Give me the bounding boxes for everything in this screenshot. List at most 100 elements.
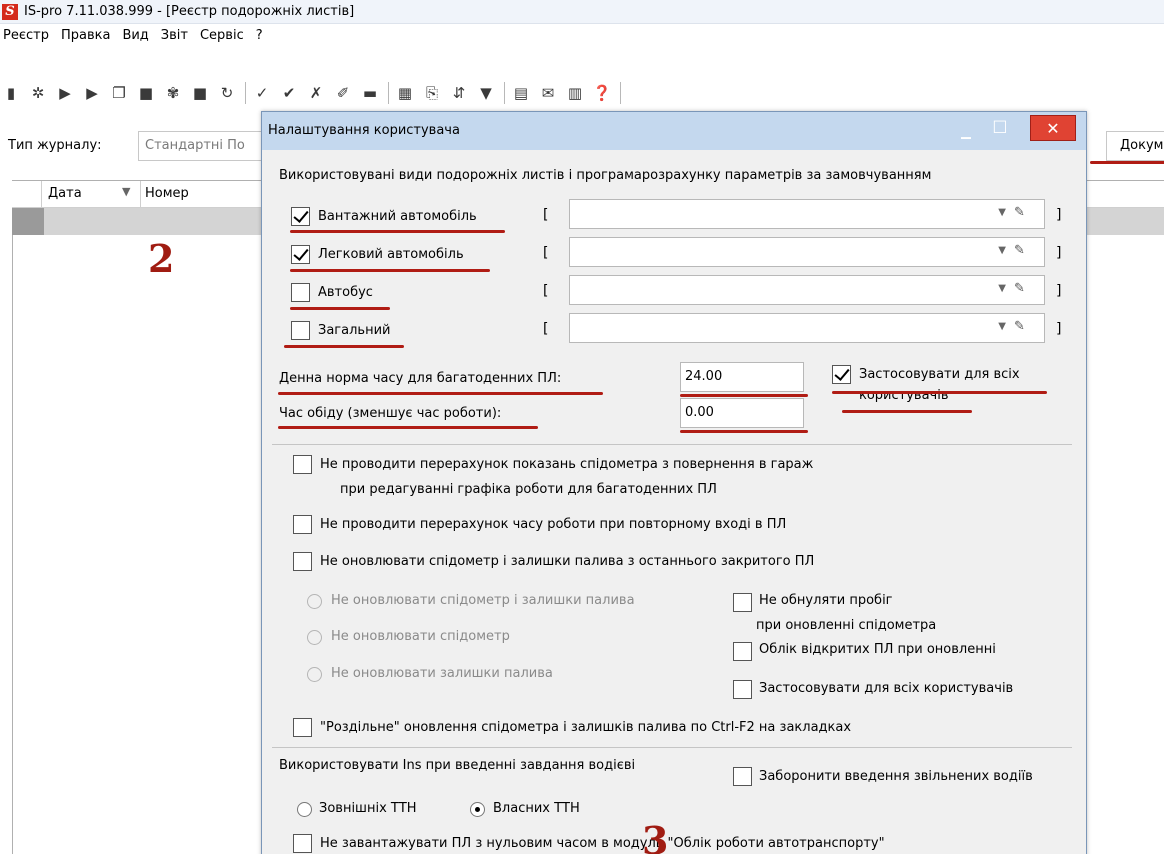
user-settings-dialog: Налаштування користувача _ ☐ ✕ Використо… (261, 111, 1087, 854)
step-marker-2: 2 (148, 236, 175, 281)
divider (272, 747, 1072, 748)
print-icon[interactable]: ■ (189, 82, 211, 104)
chevron-down-icon[interactable]: ▼ (998, 207, 1006, 218)
highlight-underline (680, 394, 808, 397)
checkbox-no-reset-mileage[interactable] (733, 593, 752, 612)
checkbox-no-zero-time-load[interactable] (293, 834, 312, 853)
no-update-odometer-label: Не оновлювати спідометр і залишки палива… (320, 554, 815, 569)
toolbar-separator (245, 82, 246, 104)
properties-icon[interactable]: ✾ (162, 82, 184, 104)
checkbox-separate-update[interactable] (293, 718, 312, 737)
divider (272, 444, 1072, 445)
checkbox-apply-all[interactable] (832, 365, 851, 384)
sort-down-icon[interactable]: ▼ (122, 185, 130, 198)
checkbox-bus[interactable] (291, 283, 310, 302)
export-icon[interactable]: ⎘ (421, 82, 443, 104)
chevron-down-icon[interactable]: ▼ (998, 245, 1006, 256)
column-number[interactable]: Номер (145, 186, 189, 201)
pencil-icon[interactable]: ✎ (1014, 243, 1030, 261)
new-doc-icon[interactable]: ▮ (0, 82, 22, 104)
delete-icon[interactable]: ■ (135, 82, 157, 104)
menu-registry[interactable]: Реєстр (0, 28, 55, 43)
open-icon[interactable]: ▶ (54, 82, 76, 104)
stack-icon[interactable]: ▬ (359, 82, 381, 104)
copy-icon[interactable]: ❐ (108, 82, 130, 104)
menu-view[interactable]: Вид (116, 28, 154, 43)
no-reset-mileage-line2: при оновленні спідометра (756, 618, 937, 633)
edit-icon[interactable]: ▶ (81, 82, 103, 104)
chevron-down-icon[interactable]: ▼ (998, 283, 1006, 294)
column-date[interactable]: Дата (48, 186, 82, 201)
radio-external-ttn[interactable] (297, 802, 312, 817)
bracket-close: ] (1056, 245, 1062, 261)
columns-icon[interactable]: ▥ (564, 82, 586, 104)
lunch-label: Час обіду (зменшує час роботи): (279, 406, 502, 421)
bracket-open: [ (543, 321, 549, 337)
checkbox-car[interactable] (291, 245, 310, 264)
grid-border (12, 235, 13, 854)
refresh-icon[interactable]: ↻ (216, 82, 238, 104)
double-check-icon[interactable]: ✔ (278, 82, 300, 104)
sort-icon[interactable]: ⇵ (448, 82, 470, 104)
help-icon[interactable]: ❓ (591, 82, 613, 104)
menu-help[interactable]: ? (250, 28, 269, 43)
radio-no-update-both-label: Не оновлювати спідометр і залишки палива (331, 593, 635, 608)
radio-no-update-fuel[interactable] (307, 667, 322, 682)
chevron-down-icon[interactable]: ▼ (998, 321, 1006, 332)
menu-report[interactable]: Звіт (155, 28, 194, 43)
checkbox-truck[interactable] (291, 207, 310, 226)
table-icon[interactable]: ▦ (394, 82, 416, 104)
page-icon[interactable]: ▤ (510, 82, 532, 104)
toolbar-separator (388, 82, 389, 104)
mail-icon[interactable]: ✉ (537, 82, 559, 104)
highlight-underline (278, 426, 538, 429)
program-select-general[interactable]: ▼ ✎ (569, 313, 1045, 343)
checkbox-general[interactable] (291, 321, 310, 340)
menu-edit[interactable]: Правка (55, 28, 116, 43)
lunch-input[interactable]: 0.00 (680, 398, 804, 428)
radio-no-update-both[interactable] (307, 594, 322, 609)
menu-service[interactable]: Сервіс (194, 28, 250, 43)
checkbox-no-odometer-recalc[interactable] (293, 455, 312, 474)
label-car: Легковий автомобіль (318, 247, 464, 262)
pencil-icon[interactable]: ✎ (1014, 205, 1030, 223)
grid-row-selector-header[interactable] (12, 181, 42, 207)
highlight-underline (680, 430, 808, 433)
maximize-icon[interactable]: ☐ (986, 115, 1014, 141)
create-icon[interactable]: ✲ (27, 82, 49, 104)
daily-norm-input[interactable]: 24.00 (680, 362, 804, 392)
section-heading: Використовувані види подорожніх листів і… (279, 168, 932, 183)
bracket-open: [ (543, 245, 549, 261)
document-select[interactable]: Докум (1106, 131, 1164, 161)
journal-type-select[interactable]: Стандартні По (138, 131, 278, 161)
pencil-icon[interactable]: ✎ (1014, 319, 1030, 337)
pencil-icon[interactable]: ✎ (1014, 281, 1030, 299)
program-select-truck[interactable]: ▼ ✎ (569, 199, 1045, 229)
program-select-bus[interactable]: ▼ ✎ (569, 275, 1045, 305)
program-select-car[interactable]: ▼ ✎ (569, 237, 1045, 267)
minimize-icon[interactable]: _ (952, 115, 980, 141)
pin-icon[interactable]: ✐ (332, 82, 354, 104)
bracket-close: ] (1056, 207, 1062, 223)
checkbox-open-pl-accounting[interactable] (733, 642, 752, 661)
radio-external-ttn-label: Зовнішніх ТТН (319, 801, 417, 816)
no-odometer-recalc-line2: при редагуванні графіка роботи для багат… (340, 482, 717, 497)
no-time-recalc-label: Не проводити перерахунок часу роботи при… (320, 517, 787, 532)
radio-own-ttn[interactable] (470, 802, 485, 817)
journal-type-label: Тип журналу: (8, 138, 102, 153)
highlight-underline (284, 345, 404, 348)
filter-icon[interactable]: ▼ (475, 82, 497, 104)
checkbox-no-update-odometer[interactable] (293, 552, 312, 571)
checkbox-forbid-fired-drivers[interactable] (733, 767, 752, 786)
label-general: Загальний (318, 323, 391, 338)
checkbox-no-time-recalc[interactable] (293, 515, 312, 534)
dialog-title-bar: Налаштування користувача _ ☐ ✕ (262, 112, 1086, 150)
highlight-underline (290, 307, 390, 310)
check-icon[interactable]: ✓ (251, 82, 273, 104)
uncheck-icon[interactable]: ✗ (305, 82, 327, 104)
checkbox-apply-all-users[interactable] (733, 680, 752, 699)
label-truck: Вантажний автомобіль (318, 209, 477, 224)
radio-no-update-odometer[interactable] (307, 630, 322, 645)
close-icon[interactable]: ✕ (1030, 115, 1076, 141)
step-marker-3: 3 (642, 818, 669, 854)
